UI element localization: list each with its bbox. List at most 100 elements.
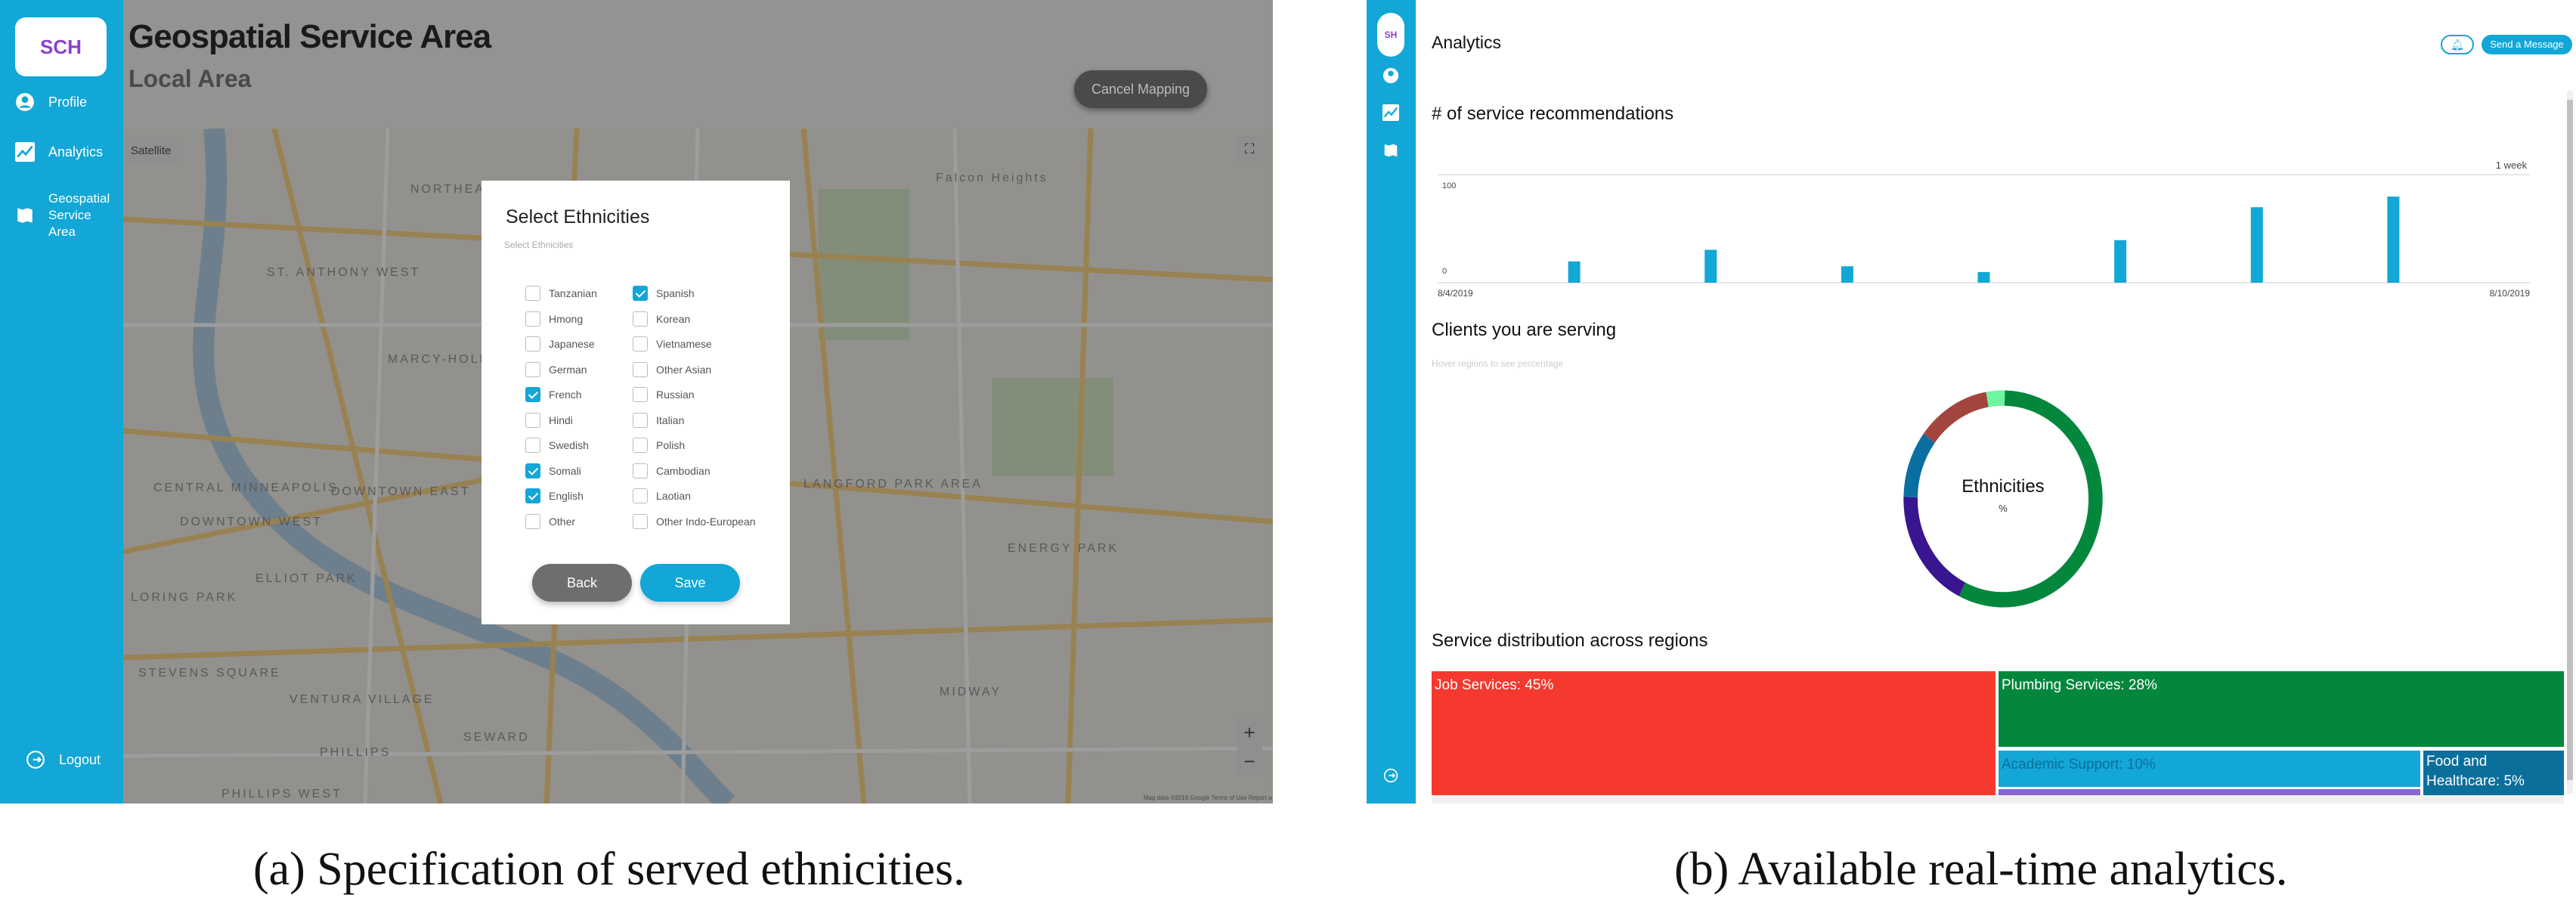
checkbox-label: Tanzanian bbox=[549, 287, 597, 299]
range-label: 1 week bbox=[2496, 159, 2528, 171]
checkbox[interactable] bbox=[633, 438, 648, 453]
x-end-label: 8/10/2019 bbox=[2490, 288, 2531, 299]
logo: SH bbox=[1377, 13, 1404, 57]
treemap-food-healthcare[interactable]: Food and Healthcare: 5% bbox=[2423, 751, 2564, 795]
section-title: # of service recommendations bbox=[1432, 104, 1674, 124]
dialog-subtitle: Select Ethnicities bbox=[504, 240, 574, 250]
bar bbox=[1977, 271, 1990, 283]
chart-line-icon bbox=[15, 142, 35, 162]
y-tick-label: 100 bbox=[1442, 181, 1456, 190]
treemap-other[interactable] bbox=[1999, 789, 2420, 795]
page-title: Geospatial Service Area bbox=[128, 18, 491, 55]
panel-a: NORTHEAST PARK ST. ANTHONY WEST MARCY-HO… bbox=[0, 0, 1273, 804]
recommendations-bar-chart: 1 week 100 0 8/4/2019 8/10/2019 bbox=[1438, 159, 2531, 299]
horizontal-scrollbar[interactable] bbox=[1432, 795, 2564, 804]
checkbox[interactable] bbox=[525, 438, 540, 453]
save-button[interactable]: Save bbox=[640, 564, 740, 602]
checkbox[interactable] bbox=[633, 311, 648, 327]
checkbox-label: Korean bbox=[656, 312, 691, 325]
logout-icon bbox=[26, 751, 45, 769]
checkbox-label: Laotian bbox=[656, 490, 691, 502]
checkbox[interactable] bbox=[525, 488, 540, 503]
treemap-academic-support[interactable]: Academic Support: 10% bbox=[1999, 751, 2420, 787]
section-title: Service distribution across regions bbox=[1432, 630, 1708, 651]
user-icon[interactable] bbox=[1382, 67, 1399, 84]
checkbox-label: Italian bbox=[656, 413, 685, 426]
checkbox[interactable] bbox=[525, 286, 540, 301]
checkbox-label: Spanish bbox=[656, 287, 695, 299]
bell-icon: 🔔︎ bbox=[2451, 39, 2464, 51]
checkbox[interactable] bbox=[633, 387, 648, 402]
logo: SCH bbox=[15, 17, 107, 76]
checkbox[interactable] bbox=[525, 513, 540, 529]
checkbox-label: Hmong bbox=[549, 312, 584, 325]
page-subtitle: Local Area bbox=[128, 65, 252, 92]
sidebar-item-profile[interactable]: Profile bbox=[15, 92, 87, 112]
send-message-button[interactable]: Send a Message bbox=[2482, 35, 2572, 54]
zoom-controls[interactable]: + − bbox=[1237, 718, 1262, 776]
checkbox-label: Cambodian bbox=[656, 464, 711, 477]
fullscreen-icon[interactable]: ⛶ bbox=[1237, 136, 1262, 162]
checkbox[interactable] bbox=[525, 463, 540, 478]
checkbox[interactable] bbox=[633, 361, 648, 377]
sidebar-item-label: Analytics bbox=[48, 144, 104, 159]
logout-icon[interactable] bbox=[1383, 768, 1398, 783]
donut-segment[interactable] bbox=[1986, 390, 2005, 407]
panel-b: SH Analytics 🔔︎ Send a Message # of serv… bbox=[1367, 0, 2576, 804]
checkbox-label: Polish bbox=[656, 439, 686, 451]
ethnicities-donut-chart[interactable] bbox=[1903, 389, 2104, 608]
donut-segment[interactable] bbox=[1923, 392, 1989, 444]
scrollbar-thumb[interactable] bbox=[2567, 100, 2573, 780]
back-button[interactable]: Back bbox=[532, 564, 632, 602]
checkbox[interactable] bbox=[633, 336, 648, 351]
treemap-plumbing-services[interactable]: Plumbing Services: 28% bbox=[1999, 671, 2564, 747]
caption-a: (a) Specification of served ethnicities. bbox=[253, 844, 965, 895]
map-icon bbox=[17, 208, 33, 223]
treemap-job-services[interactable]: Job Services: 45% bbox=[1432, 671, 1995, 795]
checkbox[interactable] bbox=[633, 412, 648, 428]
checkbox[interactable] bbox=[633, 488, 648, 503]
checkbox-label: Vietnamese bbox=[656, 338, 712, 350]
donut-center-label: Ethnicities bbox=[1961, 476, 2045, 497]
page-title: Analytics bbox=[1432, 33, 1502, 52]
bell-button[interactable]: 🔔︎ bbox=[2441, 35, 2474, 54]
checkbox-label: Hindi bbox=[549, 413, 573, 426]
checkbox[interactable] bbox=[633, 463, 648, 478]
donut-segment[interactable] bbox=[1903, 433, 1935, 498]
logo-text: SCH bbox=[40, 36, 82, 58]
bar bbox=[1841, 266, 1853, 283]
satellite-button[interactable]: Satellite bbox=[125, 138, 183, 165]
y-tick-label: 0 bbox=[1442, 267, 1447, 276]
logout-button[interactable]: Logout bbox=[26, 750, 101, 769]
user-circle-icon bbox=[16, 93, 34, 111]
dialog-title: Select Ethnicities bbox=[506, 206, 650, 228]
checkbox-label: Other Indo-European bbox=[656, 515, 756, 528]
bar bbox=[2387, 197, 2400, 283]
checkbox-label: Russian bbox=[656, 389, 695, 401]
bar bbox=[1704, 249, 1717, 283]
checkbox-label: Other Asian bbox=[656, 363, 712, 376]
checkbox-label: English bbox=[549, 490, 584, 502]
checkbox[interactable] bbox=[525, 387, 540, 402]
cancel-mapping-button[interactable]: Cancel Mapping bbox=[1074, 70, 1207, 108]
checkbox[interactable] bbox=[525, 361, 540, 377]
checkbox[interactable] bbox=[525, 412, 540, 428]
sidebar bbox=[0, 0, 123, 804]
map-icon[interactable] bbox=[1382, 142, 1399, 159]
caption-b: (b) Available real-time analytics. bbox=[1674, 844, 2288, 895]
vertical-scrollbar[interactable] bbox=[2567, 91, 2573, 794]
sidebar-item-label: Geospatial Service Area bbox=[48, 191, 110, 240]
section-title: Clients you are serving bbox=[1432, 320, 1617, 340]
checkbox[interactable] bbox=[633, 513, 648, 529]
donut-segment[interactable] bbox=[1958, 390, 2103, 608]
checkbox[interactable] bbox=[633, 286, 648, 301]
checkbox-label: Japanese bbox=[549, 338, 595, 350]
x-start-label: 8/4/2019 bbox=[1438, 288, 1473, 299]
bar bbox=[2250, 207, 2263, 283]
chart-line-icon[interactable] bbox=[1382, 104, 1399, 121]
checkbox[interactable] bbox=[525, 336, 540, 351]
bar bbox=[1568, 261, 1581, 283]
sidebar-item-geospatial[interactable]: Geospatial Service Area bbox=[15, 190, 110, 240]
checkbox[interactable] bbox=[525, 311, 540, 327]
sidebar-item-analytics[interactable]: Analytics bbox=[15, 142, 103, 162]
